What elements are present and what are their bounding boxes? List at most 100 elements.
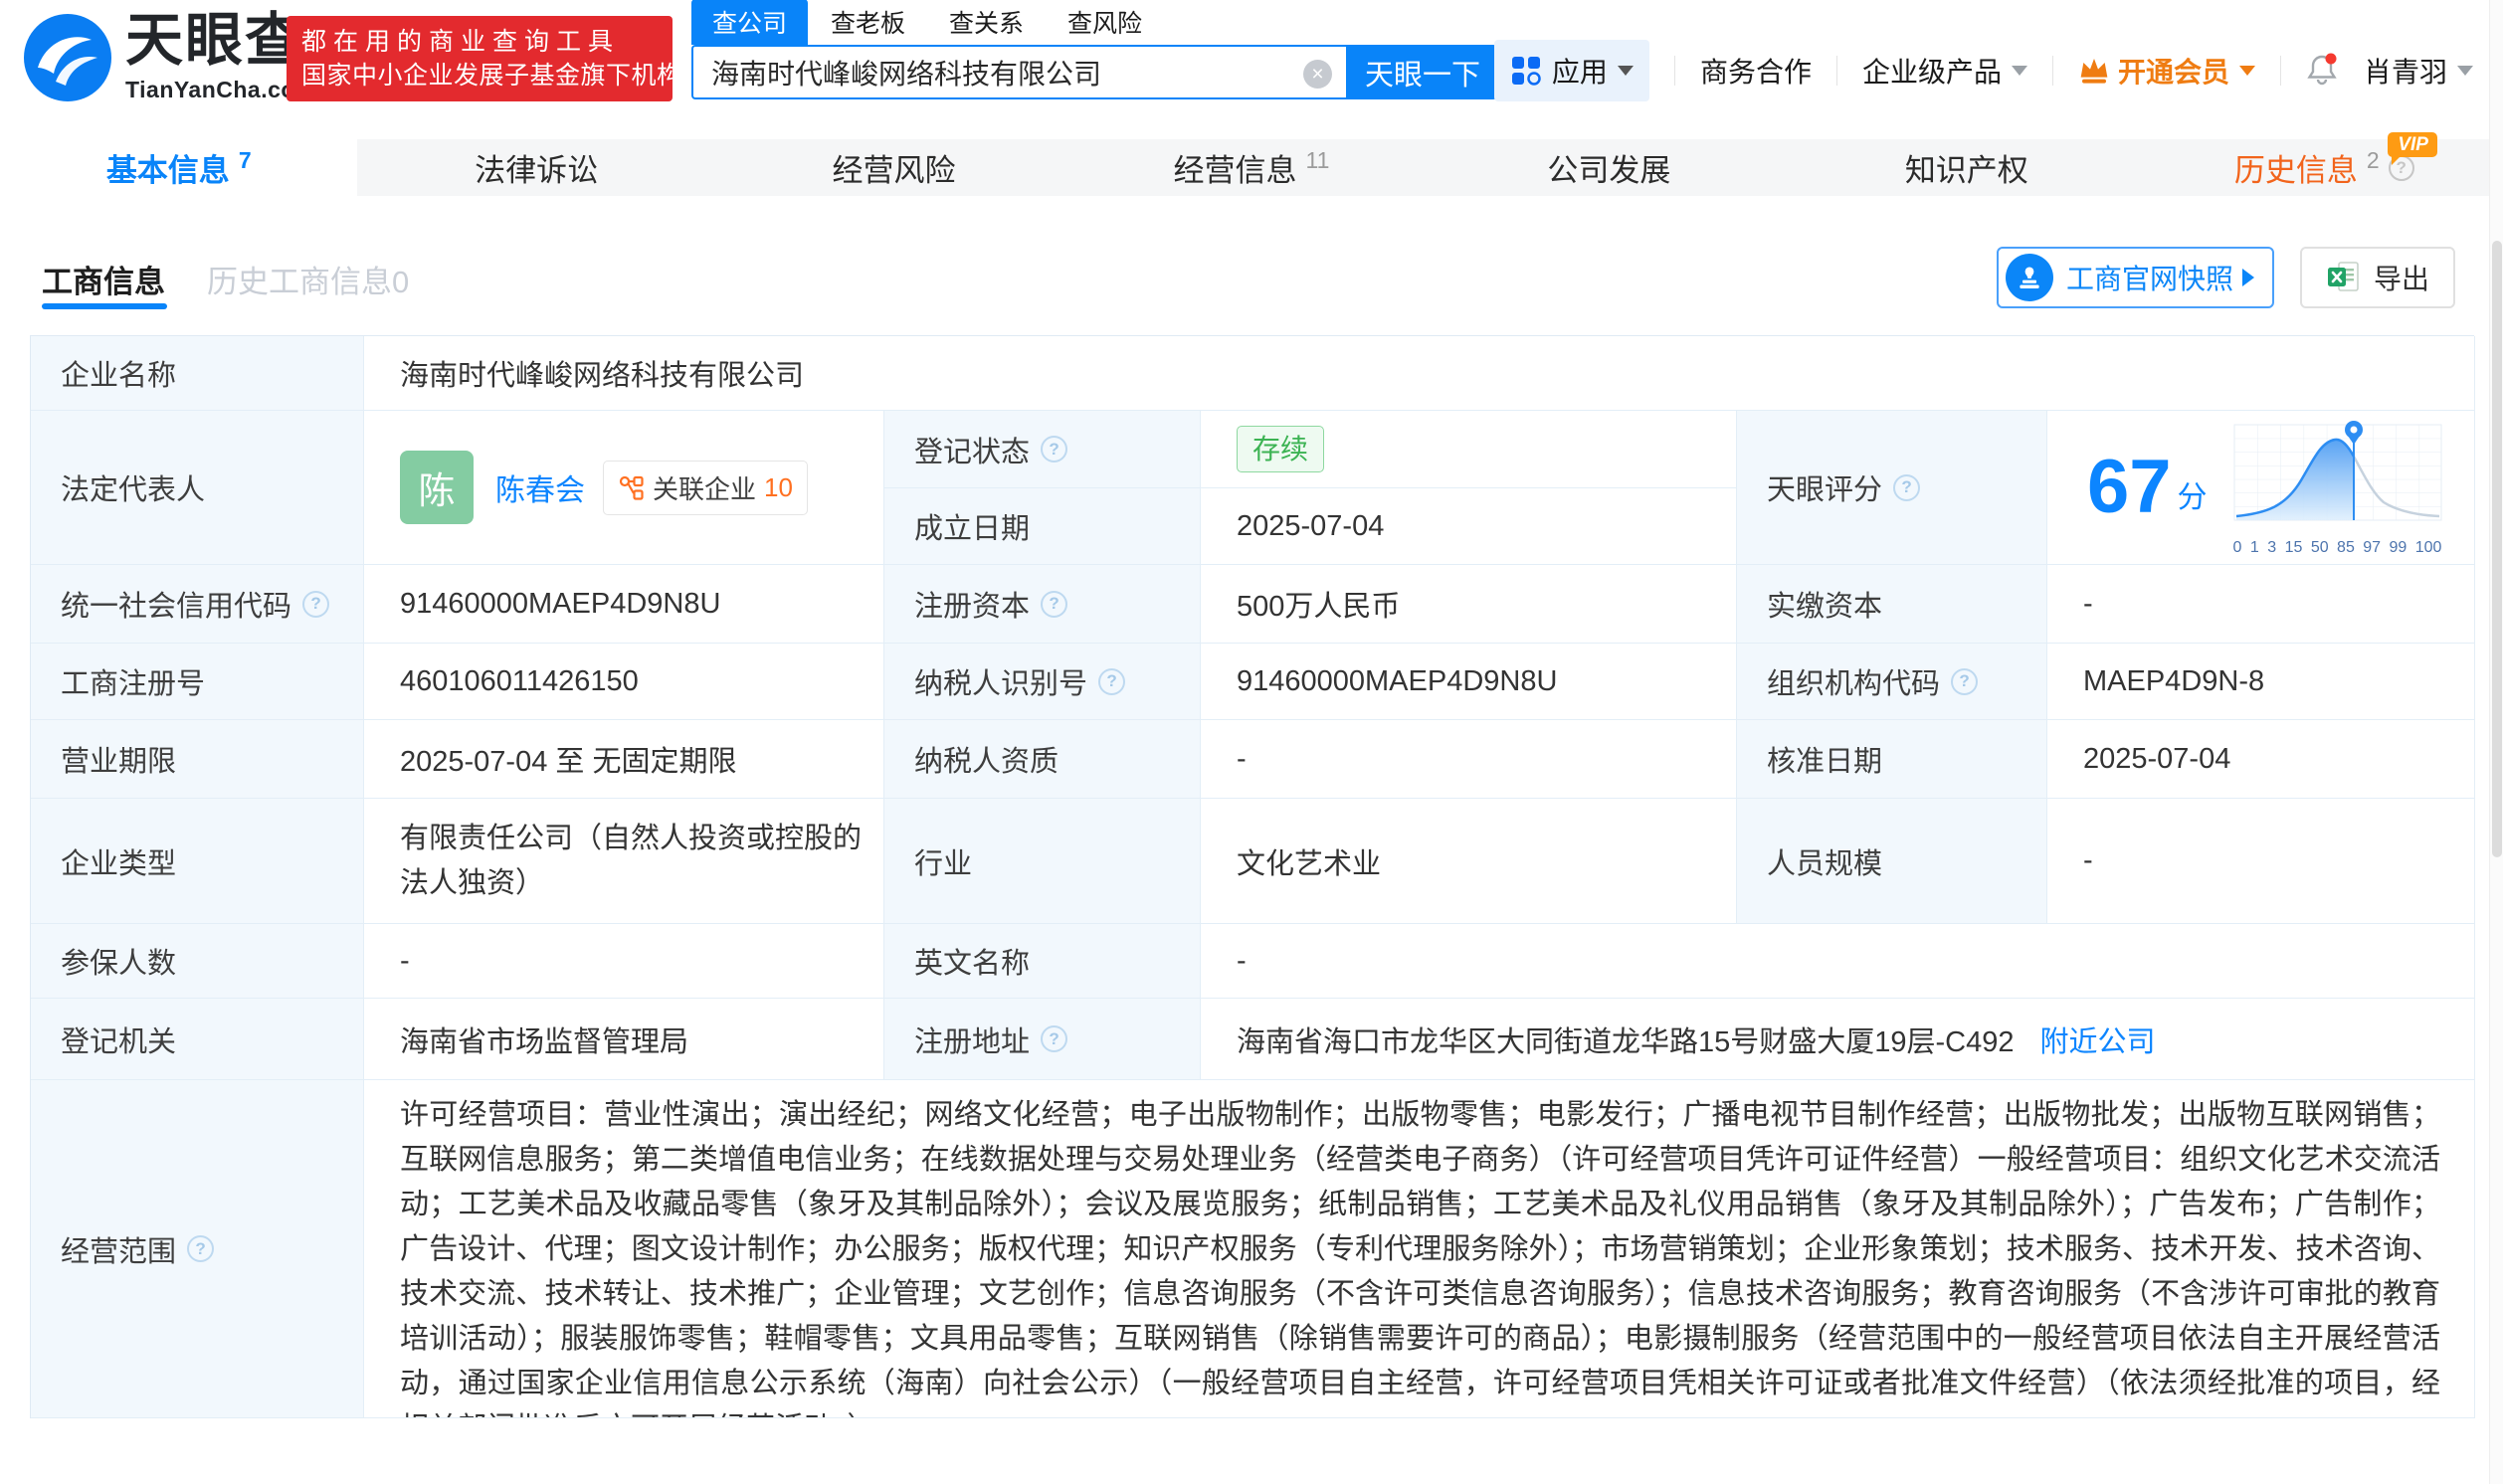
company-name-label: 企业名称 — [31, 336, 364, 411]
notifications-bell-icon[interactable] — [2306, 53, 2340, 89]
clear-search-icon[interactable]: × — [1303, 60, 1332, 89]
main-tabbar: 基本信息 7 法律诉讼 经营风险 经营信息 11 公司发展 知识产权 历史信息 … — [0, 132, 2503, 196]
related-companies-badge[interactable]: 关联企业 10 — [603, 460, 808, 515]
score-cell: 67 分 0 1 3 15 50 85 97 99 100 — [2047, 411, 2475, 565]
legal-rep-label: 法定代表人 — [31, 411, 364, 565]
excel-icon — [2327, 262, 2359, 291]
search-box: × — [691, 45, 1348, 99]
search-tab-boss[interactable]: 查老板 — [831, 0, 905, 45]
reg-number-value: 460106011426150 — [364, 644, 884, 720]
subtab-active-underline — [42, 303, 167, 309]
company-name-value: 海南时代峰峻网络科技有限公司 — [364, 336, 2475, 411]
taxpayer-id-value: 91460000MAEP4D9N8U — [1201, 644, 1737, 720]
header: 天眼查 TianYanCha.com 都在用的商业查询工具 国家中小企业发展子基… — [0, 0, 2503, 121]
score-unit: 分 — [2177, 481, 2208, 514]
help-icon[interactable]: ? — [302, 590, 330, 618]
reg-capital-value: 500万人民币 — [1201, 565, 1737, 644]
subtab-business-registration[interactable]: 工商信息 — [42, 257, 165, 301]
search-tab-risk[interactable]: 查风险 — [1067, 0, 1142, 45]
est-date-value: 2025-07-04 — [1201, 488, 1737, 565]
tab-legal-litigation[interactable]: 法律诉讼 — [357, 139, 714, 196]
search-tab-relation[interactable]: 查关系 — [949, 0, 1024, 45]
help-icon[interactable]: ? — [1041, 436, 1068, 463]
reg-number-label: 工商注册号 — [31, 644, 364, 720]
promo-banner: 都在用的商业查询工具 国家中小企业发展子基金旗下机构 — [287, 16, 682, 101]
tab-company-development[interactable]: 公司发展 — [1431, 139, 1788, 196]
help-icon[interactable]: ? — [1041, 590, 1068, 618]
apps-grid-icon — [1511, 57, 1541, 86]
reg-status-label: 登记状态? — [884, 411, 1201, 488]
reg-address-cell: 海南省海口市龙华区大同街道龙华路15号财盛大厦19层-C492 附近公司 — [1201, 999, 2475, 1080]
search-tabs: 查公司 查老板 查关系 查风险 — [691, 0, 1497, 45]
chevron-down-icon — [1617, 66, 1634, 76]
tianyancha-logo-icon — [24, 14, 111, 101]
apps-menu[interactable]: 应用 — [1493, 40, 1649, 101]
org-code-value: MAEP4D9N-8 — [2047, 644, 2475, 720]
reg-status-cell: 存续 — [1201, 411, 1737, 488]
score-axis: 0 1 3 15 50 85 97 99 100 — [2232, 538, 2442, 556]
business-term-label: 营业期限 — [31, 720, 364, 799]
paid-capital-value: - — [2047, 565, 2475, 644]
tab-intellectual-property[interactable]: 知识产权 — [1788, 139, 2145, 196]
tab-history-info[interactable]: 历史信息 2 ? VIP — [2146, 132, 2503, 196]
insured-value: - — [364, 924, 884, 999]
official-snapshot-button[interactable]: 工商官网快照 — [1996, 247, 2274, 308]
nearby-companies-link[interactable]: 附近公司 — [2040, 1019, 2156, 1060]
crown-icon — [2080, 59, 2108, 84]
promo-line1: 都在用的商业查询工具 — [301, 28, 621, 56]
tab-business-info[interactable]: 经营信息 11 — [1072, 139, 1430, 196]
status-badge: 存续 — [1237, 426, 1325, 472]
nav-enterprise-products[interactable]: 企业级产品 — [1862, 51, 2027, 91]
taxpayer-quality-label: 纳税人资质 — [884, 720, 1201, 799]
logo[interactable]: 天眼查 TianYanCha.com — [22, 12, 316, 103]
chevron-down-icon — [2457, 66, 2473, 76]
legal-rep-link[interactable]: 陈春会 — [495, 465, 585, 509]
org-chart-icon — [619, 475, 644, 500]
approval-date-label: 核准日期 — [1737, 720, 2047, 799]
insured-label: 参保人数 — [31, 924, 364, 999]
user-menu[interactable]: 肖青羽 — [2364, 51, 2473, 91]
business-term-value: 2025-07-04 至 无固定期限 — [364, 720, 884, 799]
score-label: 天眼评分? — [1737, 411, 2047, 565]
reg-authority-value: 海南省市场监督管理局 — [364, 999, 884, 1080]
score-value: 67 — [2087, 445, 2172, 529]
legal-rep-cell: 陈 陈春会 关联企业 10 — [364, 411, 884, 565]
business-scope-value: 许可经营项目：营业性演出；演出经纪；网络文化经营；电子出版物制作；出版物零售；电… — [364, 1080, 2475, 1418]
business-scope-label: 经营范围? — [31, 1080, 364, 1418]
help-icon[interactable]: ? — [187, 1235, 215, 1262]
reg-address-value: 海南省海口市龙华区大同街道龙华路15号财盛大厦19层-C492 — [1237, 1025, 2015, 1058]
org-code-label: 组织机构代码? — [1737, 644, 2047, 720]
subtab-history-registration[interactable]: 历史工商信息0 — [207, 257, 409, 301]
help-icon[interactable]: ? — [1098, 667, 1126, 695]
paid-capital-label: 实缴资本 — [1737, 565, 2047, 644]
tab-operation-risk[interactable]: 经营风险 — [715, 139, 1072, 196]
nav-cooperation[interactable]: 商务合作 — [1700, 51, 1812, 91]
help-icon[interactable]: ? — [1951, 667, 1979, 695]
credit-code-label: 统一社会信用代码? — [31, 565, 364, 644]
english-name-value: - — [1201, 924, 2475, 999]
scrollbar-thumb[interactable] — [2492, 241, 2502, 857]
chevron-down-icon — [2238, 66, 2255, 76]
taxpayer-id-label: 纳税人识别号? — [884, 644, 1201, 720]
company-type-label: 企业类型 — [31, 799, 364, 924]
search-tab-company[interactable]: 查公司 — [691, 0, 809, 45]
industry-label: 行业 — [884, 799, 1201, 924]
help-icon[interactable]: ? — [1893, 473, 1921, 501]
help-icon[interactable]: ? — [1041, 1025, 1068, 1052]
est-date-label: 成立日期 — [884, 488, 1201, 565]
legal-rep-avatar: 陈 — [400, 451, 474, 524]
promo-line2: 国家中小企业发展子基金旗下机构 — [301, 62, 682, 90]
search-button[interactable]: 天眼一下 — [1348, 45, 1497, 99]
tab-basic-info[interactable]: 基本信息 7 — [0, 139, 358, 196]
export-button[interactable]: 导出 — [2299, 247, 2455, 308]
industry-value: 文化艺术业 — [1201, 799, 1737, 924]
approval-date-value: 2025-07-04 — [2047, 720, 2475, 799]
header-nav: 应用 商务合作 企业级产品 开通会员 肖青羽 — [1493, 40, 2473, 101]
apps-label: 应用 — [1551, 57, 1608, 88]
credit-code-value: 91460000MAEP4D9N8U — [364, 565, 884, 644]
chevron-down-icon — [2011, 66, 2027, 76]
vip-badge: VIP — [2388, 132, 2437, 165]
nav-open-membership[interactable]: 开通会员 — [2078, 51, 2255, 91]
company-type-value: 有限责任公司（自然人投资或控股的法人独资） — [364, 799, 884, 924]
search-input[interactable] — [693, 47, 1346, 97]
